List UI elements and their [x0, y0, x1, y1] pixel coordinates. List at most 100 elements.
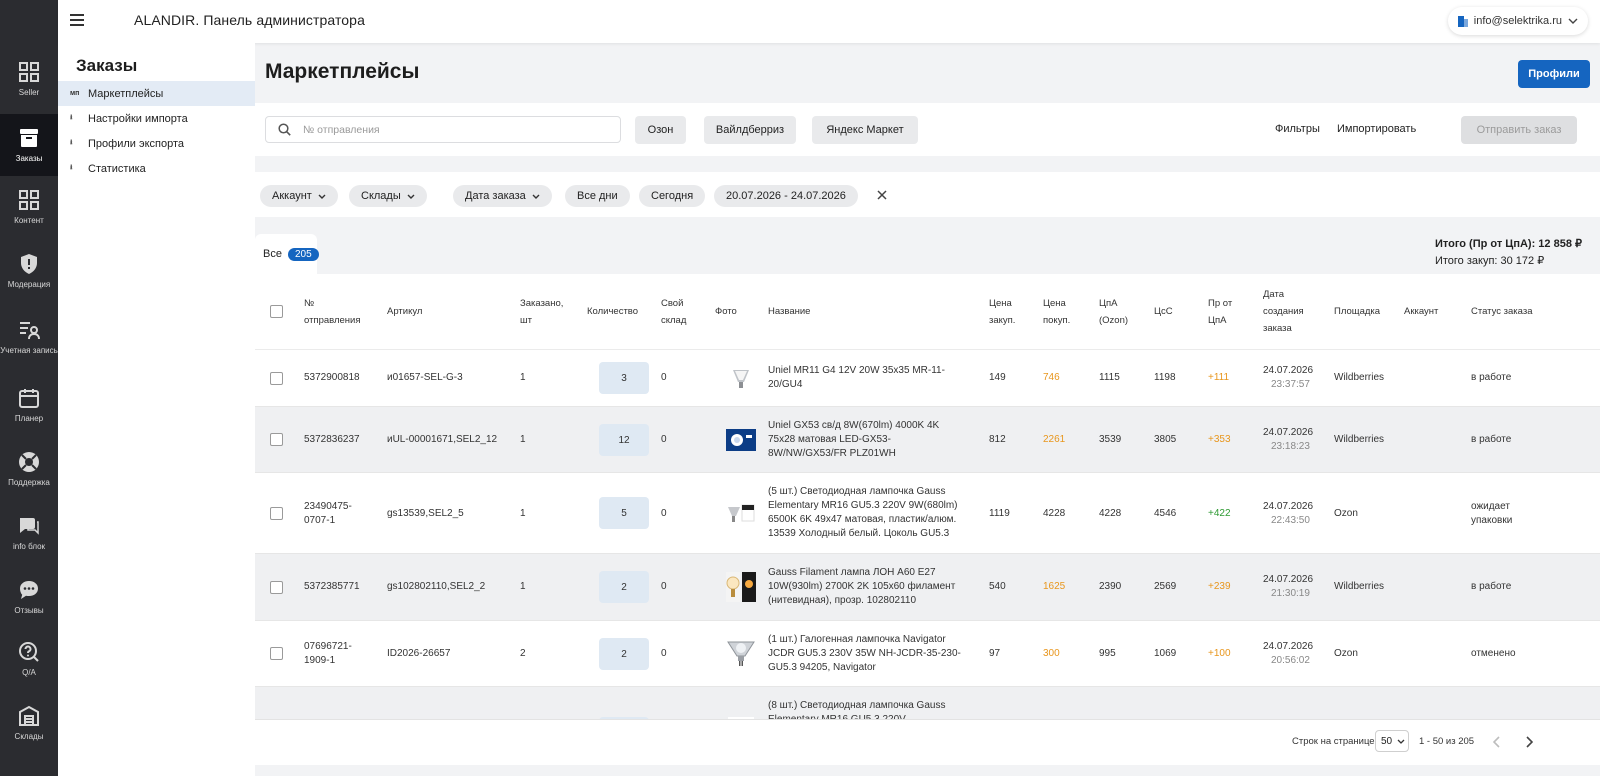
quantity-field[interactable]: 2	[599, 571, 649, 603]
order-status: отменено	[1471, 648, 1516, 659]
marketplace-ozon-button[interactable]: Озон	[635, 116, 686, 144]
chevron-right-icon[interactable]	[1525, 736, 1533, 748]
table-row[interactable]: (8 шт.) Светодиодная лампочка Gauss Elem…	[255, 687, 1600, 719]
nav-orders[interactable]: Заказы	[0, 114, 58, 176]
row-checkbox[interactable]	[270, 507, 283, 520]
marketplace-yandex-button[interactable]: Яндекс Маркет	[812, 116, 918, 144]
column-header-ordered[interactable]: Заказано, шт	[520, 295, 572, 329]
product-name[interactable]: (5 шт.) Светодиодная лампочка Gauss Elem…	[768, 485, 968, 541]
nav-moderation-label: Модерация	[7, 280, 51, 289]
chevron-down-icon	[1568, 18, 1578, 24]
product-name[interactable]: Uniel GX53 св/д 8W(670lm) 4000K 4K 75x28…	[768, 419, 968, 461]
quantity-field[interactable]: 3	[599, 362, 649, 394]
account-filter[interactable]: Аккаунт	[260, 185, 338, 207]
sidebar-item-statistics[interactable]: ⭳ Статистика	[58, 156, 255, 181]
column-header-platform[interactable]: Площадка	[1334, 303, 1380, 320]
column-header-own-stock[interactable]: Свой склад	[661, 295, 701, 329]
table-row[interactable]: 5372900818 и01657-SEL-G-3 1 3 0 Uniel MR…	[255, 350, 1600, 407]
rows-per-page-select[interactable]: 50	[1375, 730, 1409, 752]
profiles-button[interactable]: Профили	[1518, 60, 1590, 88]
nav-account[interactable]: Учетная запись	[0, 306, 58, 368]
product-photo[interactable]	[726, 638, 756, 668]
tab-all[interactable]: Все 205	[255, 234, 319, 274]
created-date: 24.07.2026	[1263, 641, 1314, 652]
pagination-bar: Строк на странице 50 1 - 50 из 205	[255, 719, 1600, 765]
nav-qa[interactable]: Q/A	[0, 628, 58, 690]
row-checkbox[interactable]	[270, 581, 283, 594]
nav-orders-label: Заказы	[15, 154, 43, 163]
filters-button[interactable]: Фильтры	[1275, 123, 1320, 135]
search-box[interactable]	[265, 116, 621, 143]
column-header-status[interactable]: Статус заказа	[1471, 303, 1533, 320]
column-header-cpa[interactable]: ЦпА (Ozon)	[1099, 295, 1139, 329]
sidebar-item-import-settings[interactable]: ⭳ Настройки импорта	[58, 106, 255, 131]
import-button[interactable]: Импортировать	[1337, 123, 1416, 135]
date-range-chip[interactable]: 20.07.2026 - 24.07.2026	[714, 185, 858, 207]
row-checkbox[interactable]	[270, 647, 283, 660]
page-range: 1 - 50 из 205	[1419, 736, 1475, 747]
column-header-profit[interactable]: Пр от ЦпА	[1208, 295, 1244, 329]
select-all-checkbox[interactable]	[270, 305, 283, 318]
nav-moderation[interactable]: Модерация	[0, 240, 58, 302]
question-icon	[19, 642, 39, 662]
product-name[interactable]: Gauss Filament лампа ЛОН A60 E27 10W(930…	[768, 566, 968, 608]
nav-info[interactable]: info блок	[0, 502, 58, 564]
sell-price: 4228	[1043, 508, 1066, 519]
column-header-created[interactable]: Дата создания заказа	[1263, 286, 1319, 337]
table-row[interactable]: 07696721-1909-1 ID2026-26657 2 2 0 (1 шт…	[255, 621, 1600, 687]
product-photo[interactable]	[726, 364, 756, 394]
column-header-article[interactable]: Артикул	[387, 303, 422, 320]
cpa-value: 3539	[1099, 434, 1122, 445]
shipment-number: 23490475-0707-1	[304, 501, 352, 526]
column-header-cps[interactable]: ЦсС	[1154, 303, 1173, 320]
marketplace-wildberries-button[interactable]: Вайлдберриз	[704, 116, 796, 144]
nav-content[interactable]: Контент	[0, 176, 58, 238]
column-header-shipment[interactable]: № отправления	[304, 295, 364, 329]
chevron-left-icon[interactable]	[1493, 736, 1501, 748]
table-row[interactable]: 5372385771 gs102802110,SEL2_2 1 2 0 Gaus…	[255, 554, 1600, 621]
article: ID2026-26657	[387, 648, 451, 659]
created-date: 24.07.2026	[1263, 501, 1314, 512]
column-header-quantity[interactable]: Количество	[587, 303, 638, 320]
product-name[interactable]: (1 шт.) Галогенная лампочка Navigator JC…	[768, 633, 968, 675]
nav-seller[interactable]: Seller	[0, 48, 58, 110]
user-menu-button[interactable]: info@selektrika.ru	[1447, 7, 1588, 35]
quantity-field[interactable]: 2	[599, 638, 649, 670]
product-name[interactable]: Uniel MR11 G4 12V 20W 35x35 MR-11-20/GU4	[768, 364, 968, 392]
column-header-account[interactable]: Аккаунт	[1404, 303, 1438, 320]
quantity-field[interactable]: 5	[599, 497, 649, 529]
chevron-down-icon	[318, 194, 326, 199]
product-photo[interactable]	[726, 572, 756, 602]
section-sidebar: Заказы мп Маркетплейсы ⭳ Настройки импор…	[58, 43, 255, 776]
all-days-chip[interactable]: Все дни	[565, 185, 630, 207]
column-header-name[interactable]: Название	[768, 303, 810, 320]
nav-planner[interactable]: Планер	[0, 374, 58, 436]
menu-icon[interactable]	[70, 13, 86, 27]
nav-warehouses[interactable]: Склады	[0, 692, 58, 754]
row-checkbox[interactable]	[270, 372, 283, 385]
order-status: в работе	[1471, 434, 1512, 445]
search-input[interactable]	[303, 123, 593, 136]
product-photo[interactable]	[726, 499, 756, 529]
today-chip[interactable]: Сегодня	[639, 185, 706, 207]
row-checkbox[interactable]	[270, 433, 283, 446]
order-date-filter[interactable]: Дата заказа	[453, 185, 552, 207]
nav-reviews-label: Отзывы	[14, 606, 44, 615]
own-stock: 0	[661, 372, 667, 383]
warehouses-filter[interactable]: Склады	[349, 185, 427, 207]
nav-support[interactable]: Поддержка	[0, 438, 58, 500]
sidebar-item-marketplaces[interactable]: мп Маркетплейсы	[58, 81, 255, 106]
send-order-button[interactable]: Отправить заказ	[1461, 116, 1577, 144]
product-photo[interactable]	[726, 427, 756, 453]
product-name[interactable]: (8 шт.) Светодиодная лампочка Gauss Elem…	[768, 699, 968, 719]
quantity-field[interactable]: 12	[599, 424, 649, 456]
column-header-buy-price[interactable]: Цена закуп.	[989, 295, 1025, 329]
close-icon[interactable]	[877, 190, 887, 200]
table-row[interactable]: 23490475-0707-1 gs13539,SEL2_5 1 5 0 (5 …	[255, 473, 1600, 554]
column-header-sell-price[interactable]: Цена покуп.	[1043, 295, 1079, 329]
nav-qa-label: Q/A	[22, 668, 36, 677]
table-row[interactable]: 5372836237 иUL-00001671,SEL2_12 1 12 0 U…	[255, 407, 1600, 473]
created-date: 24.07.2026	[1263, 574, 1314, 585]
nav-reviews[interactable]: Отзывы	[0, 566, 58, 628]
sidebar-item-export-profiles[interactable]: ⭳ Профили экспорта	[58, 131, 255, 156]
